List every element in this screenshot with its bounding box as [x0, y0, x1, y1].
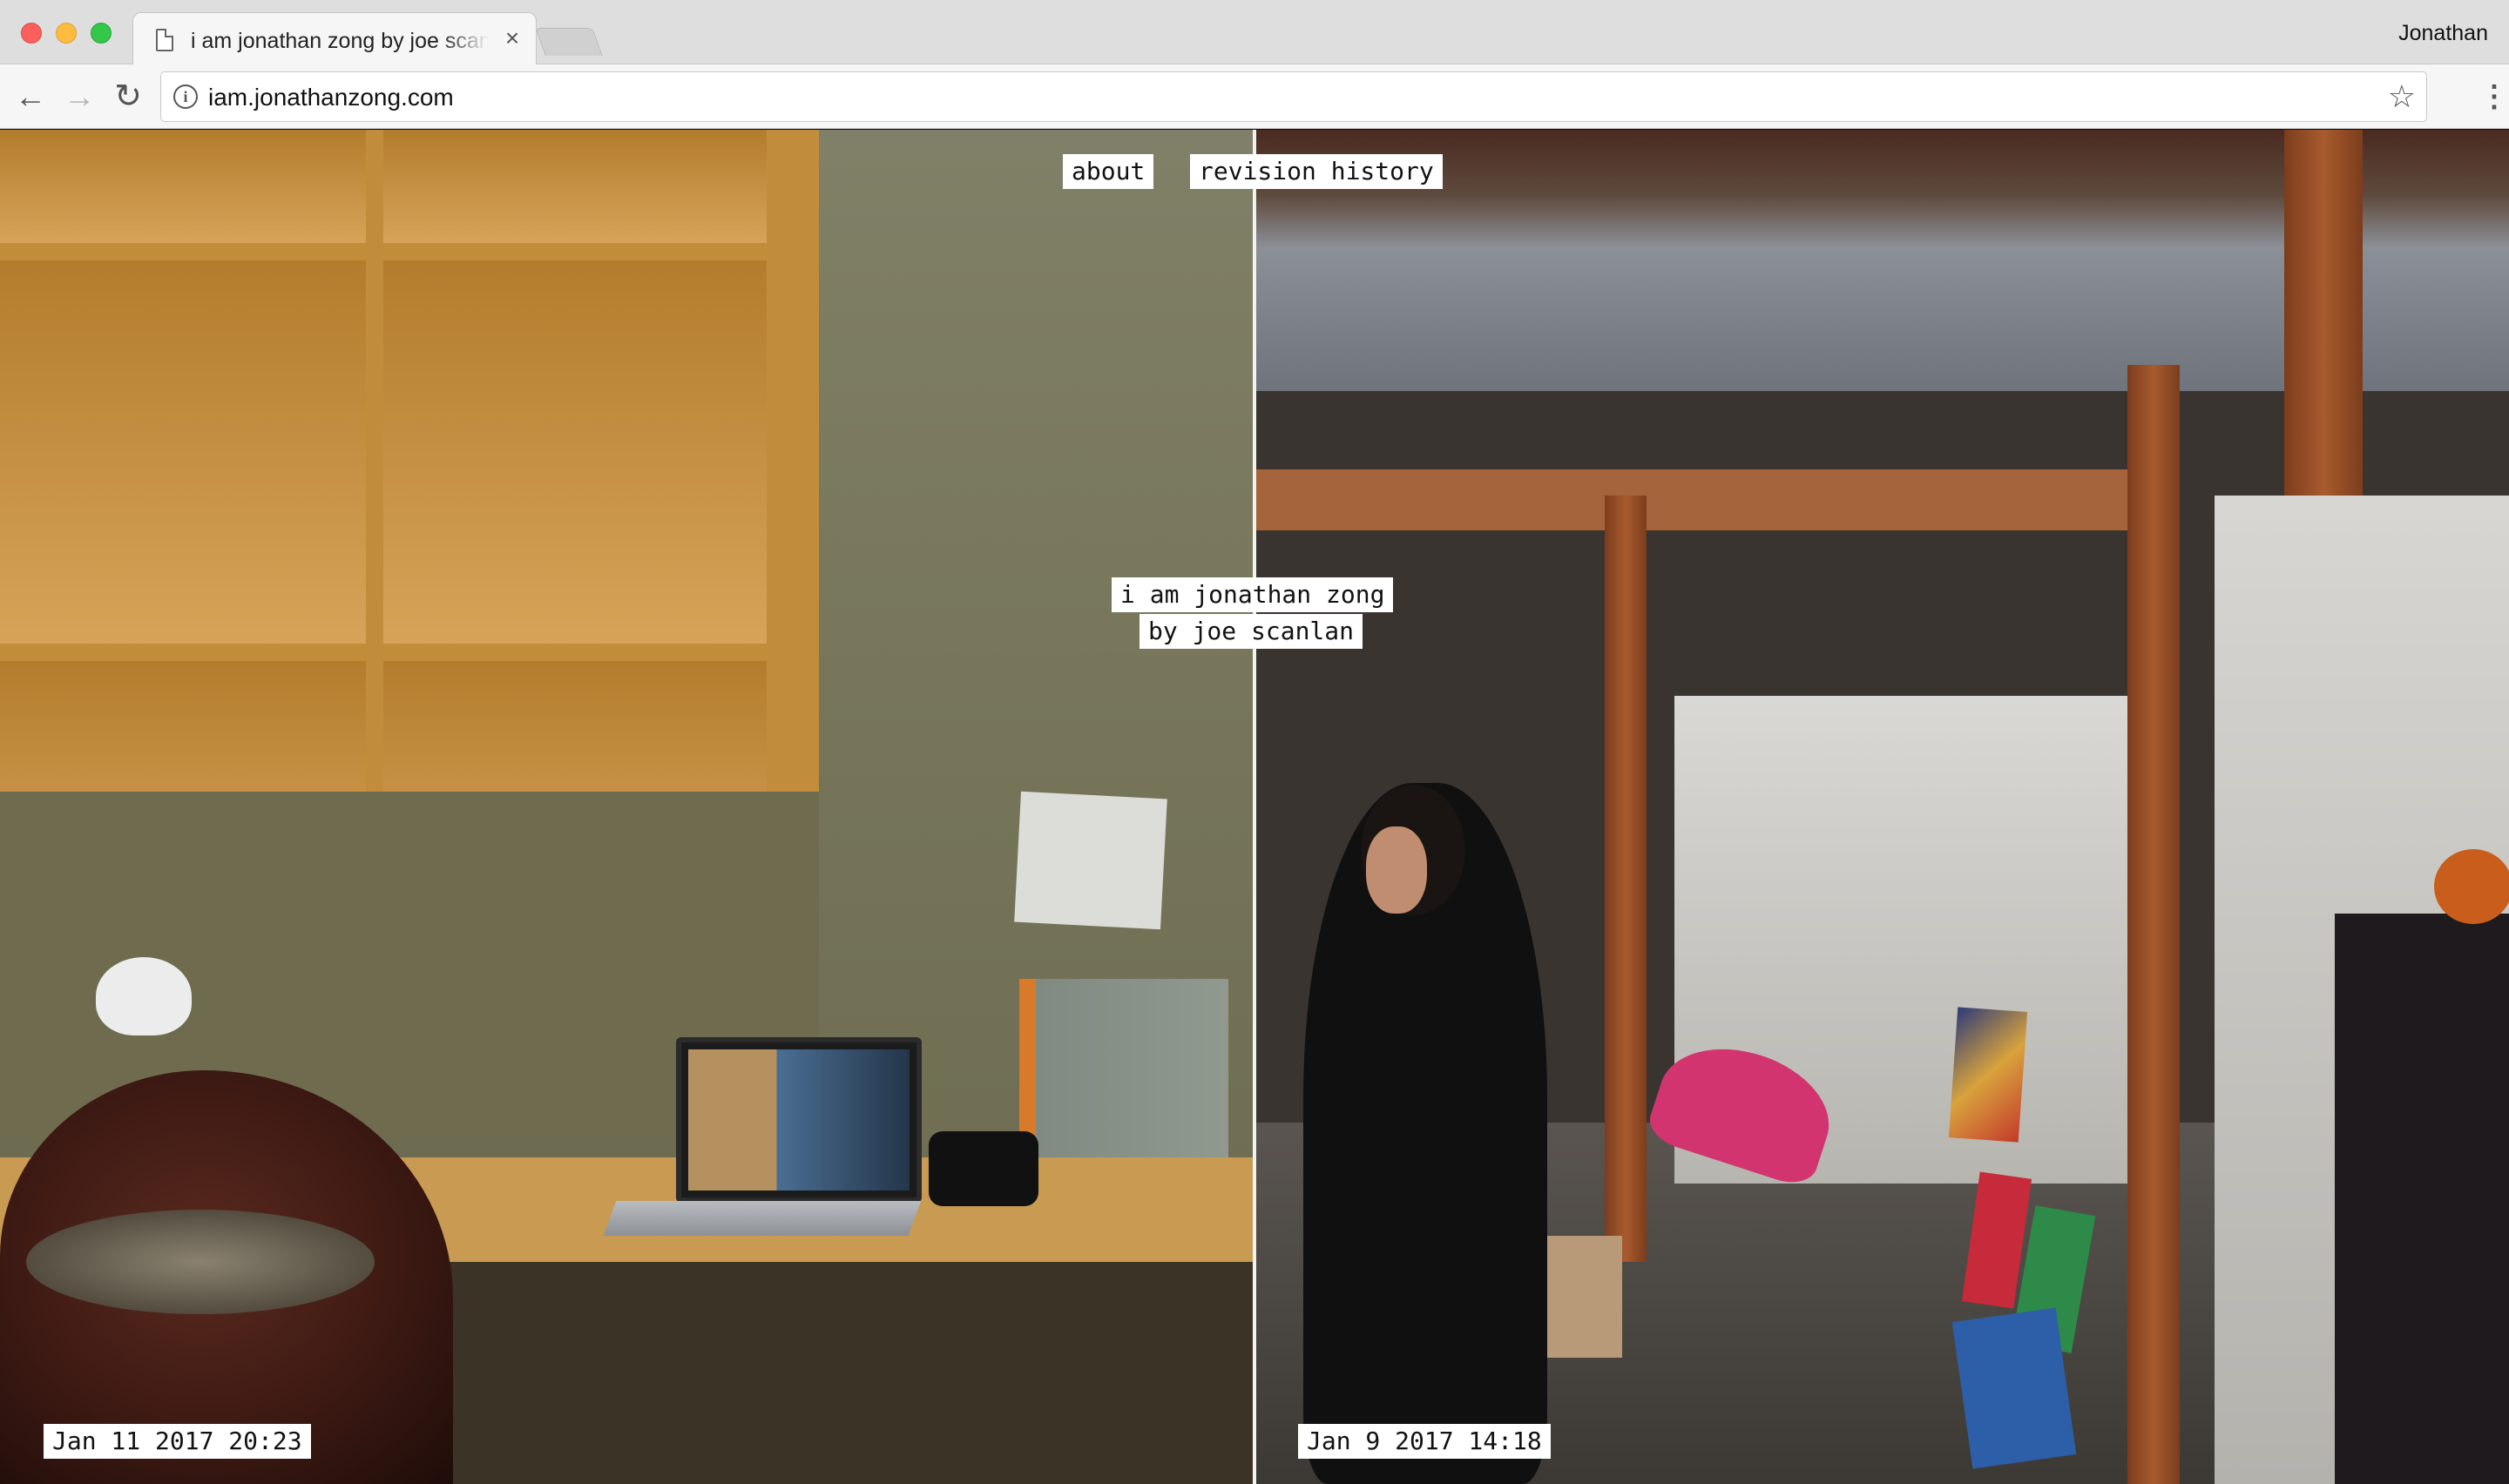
laptop: [676, 1037, 922, 1203]
profile-button[interactable]: Jonathan: [2398, 19, 2488, 47]
timestamp-right: Jan 9 2017 14:18: [1298, 1424, 1551, 1459]
left-photo: [0, 130, 1253, 1484]
url-text[interactable]: iam.jonathanzong.com: [208, 83, 454, 112]
bookcase: [2335, 914, 2509, 1484]
browser-titlebar: i am jonathan zong by joe scanlan × Jona…: [0, 0, 2509, 65]
right-photo: [1256, 130, 2509, 1484]
browser-toolbar: ← → ↻ i iam.jonathanzong.com ☆ ⋮: [0, 64, 2509, 129]
info-icon[interactable]: i: [173, 84, 198, 109]
back-arrow-icon[interactable]: ←: [10, 77, 51, 117]
close-window-button[interactable]: [21, 23, 42, 44]
nav-revision-history-link[interactable]: revision history: [1190, 154, 1443, 189]
forward-arrow-icon[interactable]: →: [59, 77, 99, 117]
desk-lamp: [96, 957, 192, 1035]
browser-menu-icon[interactable]: ⋮: [2479, 77, 2509, 117]
new-tab-button[interactable]: [535, 28, 603, 56]
minimize-window-button[interactable]: [56, 23, 77, 44]
pumpkin: [2434, 849, 2509, 924]
nav-about-link[interactable]: about: [1063, 154, 1154, 189]
page-icon: [156, 29, 173, 51]
page-title-line2: by joe scanlan: [1140, 614, 1363, 649]
timestamp-left: Jan 11 2017 20:23: [44, 1424, 311, 1459]
zoom-window-button[interactable]: [91, 23, 112, 44]
camera: [929, 1131, 1038, 1206]
browser-tab-active[interactable]: i am jonathan zong by joe scanlan ×: [132, 12, 537, 65]
address-bar[interactable]: i iam.jonathanzong.com ☆: [160, 71, 2427, 122]
page-viewport: about revision history i am jonathan zon…: [0, 130, 2509, 1484]
bookmark-star-icon[interactable]: ☆: [2388, 79, 2416, 114]
page-title-line1: i am jonathan zong: [1112, 577, 1394, 612]
bookshelf: [0, 130, 819, 905]
tab-close-icon[interactable]: ×: [499, 25, 525, 51]
map-paper: [1014, 791, 1167, 930]
reload-icon[interactable]: ↻: [108, 77, 148, 117]
tab-title: i am jonathan zong by joe scanlan: [191, 29, 489, 53]
